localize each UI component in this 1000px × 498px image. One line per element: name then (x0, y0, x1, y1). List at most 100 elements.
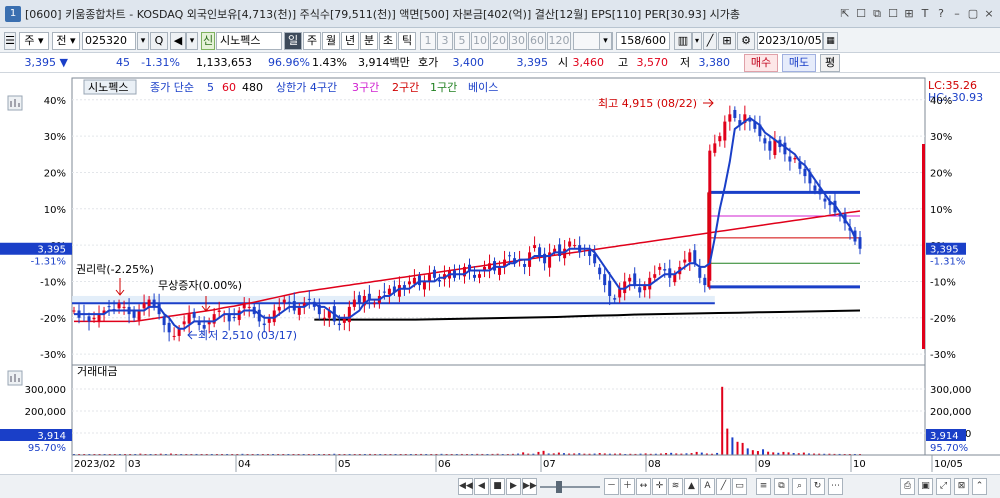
crosshair-icon[interactable]: ✛ (652, 478, 667, 495)
collapse-icon[interactable]: ⌃ (972, 478, 987, 495)
interval-30-button[interactable]: 30 (509, 32, 527, 50)
sell-button[interactable]: 매도 (782, 54, 816, 72)
close-icon[interactable]: × (982, 6, 996, 21)
speaker-dropdown-icon[interactable]: ▾ (186, 32, 198, 50)
evaluation-button[interactable]: 평 (820, 54, 840, 72)
interval-20-button[interactable]: 20 (490, 32, 508, 50)
settings-gear-icon[interactable]: ⚙ (737, 32, 755, 50)
overlay-icon[interactable]: ≋ (668, 478, 683, 495)
interval-120-button[interactable]: 120 (547, 32, 571, 50)
speaker-icon[interactable]: ◀ (170, 32, 186, 50)
candle-body (558, 244, 562, 257)
restore-icon[interactable]: ☐ (886, 6, 900, 21)
box-icon[interactable]: ▭ (732, 478, 747, 495)
stock-chart[interactable]: 시노펙스 종가 단순 5 60 480 상한가 4구간 3구간 2구간 1구간 … (0, 74, 1000, 474)
trend-icon[interactable]: ╱ (716, 478, 731, 495)
refresh-icon[interactable]: ↻ (810, 478, 825, 495)
toolbar-menu-icon[interactable]: ☰ (4, 32, 16, 50)
zoom-slider[interactable] (540, 486, 600, 488)
undock-icon[interactable]: ⇱ (838, 6, 852, 21)
print-icon[interactable]: ⎙ (900, 478, 915, 495)
expand-icon[interactable]: ⤢ (936, 478, 951, 495)
date-axis-label: 07 (543, 459, 556, 470)
maximize-icon[interactable]: ▢ (966, 6, 980, 21)
interval-5-button[interactable]: 5 (454, 32, 470, 50)
left-tick-label: 40% (44, 96, 66, 107)
interval-3-button[interactable]: 3 (437, 32, 453, 50)
buy-button[interactable]: 매수 (744, 54, 778, 72)
candle-body (177, 328, 181, 336)
zoom-in-icon[interactable]: ＋ (620, 478, 635, 495)
candle-body (683, 259, 687, 263)
chart-type-dropdown-icon[interactable]: ▾ (692, 32, 702, 50)
search-icon[interactable]: Q (150, 32, 168, 50)
volume-bar (726, 428, 729, 455)
scroll-next-icon[interactable]: ▶ (506, 478, 521, 495)
search-bottom-icon[interactable]: ⌕ (792, 478, 807, 495)
period-tick-button[interactable]: 틱 (398, 32, 416, 50)
minimize-icon[interactable]: – (950, 6, 964, 21)
period-day-button[interactable]: 일 (284, 32, 302, 50)
legend-zone3: 3구간 (352, 81, 379, 94)
save-image-icon[interactable]: ▣ (918, 478, 933, 495)
legend-base: 베이스 (468, 81, 498, 94)
left-tick-label: -30% (40, 350, 66, 361)
interval-1-button[interactable]: 1 (420, 32, 436, 50)
legend-zone2: 2구간 (392, 81, 419, 94)
list-icon[interactable]: ≡ (756, 478, 771, 495)
stock-name: 시노펙스 (216, 32, 282, 50)
period-minute-button[interactable]: 분 (360, 32, 378, 50)
lock-icon[interactable]: ⊠ (954, 478, 969, 495)
font-icon[interactable]: T (918, 6, 932, 21)
options-icon[interactable]: ⋯ (828, 478, 843, 495)
scroll-first-icon[interactable]: ◀◀ (458, 478, 473, 495)
left-tick-label: 30% (44, 132, 66, 143)
high-annotation: 최고 4,915 (08/22) (598, 97, 697, 110)
date-axis-label: 05 (338, 459, 351, 470)
current-price: 3,395 ▼ (4, 56, 68, 70)
draw-tool-icon[interactable]: ╱ (703, 32, 717, 50)
scroll-prev-icon[interactable]: ◀ (474, 478, 489, 495)
volume-bar (756, 451, 759, 455)
candle-body (733, 109, 737, 118)
period-year-button[interactable]: 년 (341, 32, 359, 50)
scroll-last-icon[interactable]: ▶▶ (522, 478, 537, 495)
code-dropdown-icon[interactable]: ▾ (137, 32, 149, 50)
candle-body (628, 277, 632, 282)
label-icon[interactable]: A (700, 478, 715, 495)
calendar-icon[interactable]: ▦ (823, 32, 838, 50)
zoom-slider-thumb[interactable] (556, 481, 562, 493)
pin-icon[interactable]: ☐ (854, 6, 868, 21)
period-second-button[interactable]: 초 (379, 32, 397, 50)
candle-body (167, 322, 171, 333)
date-axis-label: 2023/02 (74, 459, 116, 470)
candle-body (387, 288, 391, 295)
chart-type-icon[interactable]: ▥ (674, 32, 692, 50)
legend-ma-label: 종가 단순 (150, 81, 194, 94)
code-input[interactable]: 025320 (82, 32, 136, 50)
credit-badge: 신 (201, 32, 215, 50)
cascade-icon[interactable]: ⧉ (870, 6, 884, 21)
count-input[interactable]: 158/600 (616, 32, 670, 50)
stop-icon[interactable]: ■ (490, 478, 505, 495)
marker-icon[interactable]: ▲ (684, 478, 699, 495)
low-label: 저 (680, 56, 691, 69)
grid-icon[interactable]: ⊞ (902, 6, 916, 21)
period-month-button[interactable]: 월 (322, 32, 340, 50)
help-icon[interactable]: ? (934, 6, 948, 21)
date-input[interactable]: 2023/10/05 (757, 32, 823, 50)
interval-dropdown-icon[interactable]: ▾ (599, 32, 612, 50)
candle-body (508, 255, 512, 257)
candle-body (92, 317, 96, 320)
zoom-out-icon[interactable]: － (604, 478, 619, 495)
right-tick-label: 10% (930, 205, 952, 216)
period-week-button[interactable]: 주 (303, 32, 321, 50)
interval-60-button[interactable]: 60 (528, 32, 546, 50)
grid-toggle-icon[interactable]: ⊞ (718, 32, 736, 50)
copy-icon[interactable]: ⧉ (774, 478, 789, 495)
right-rate-text: -1.31% (930, 257, 965, 268)
market-select[interactable]: 전 ▾ (52, 32, 80, 50)
interval-10-button[interactable]: 10 (471, 32, 489, 50)
fit-icon[interactable]: ↔ (636, 478, 651, 495)
stock-type-select[interactable]: 주 ▾ (19, 32, 49, 50)
